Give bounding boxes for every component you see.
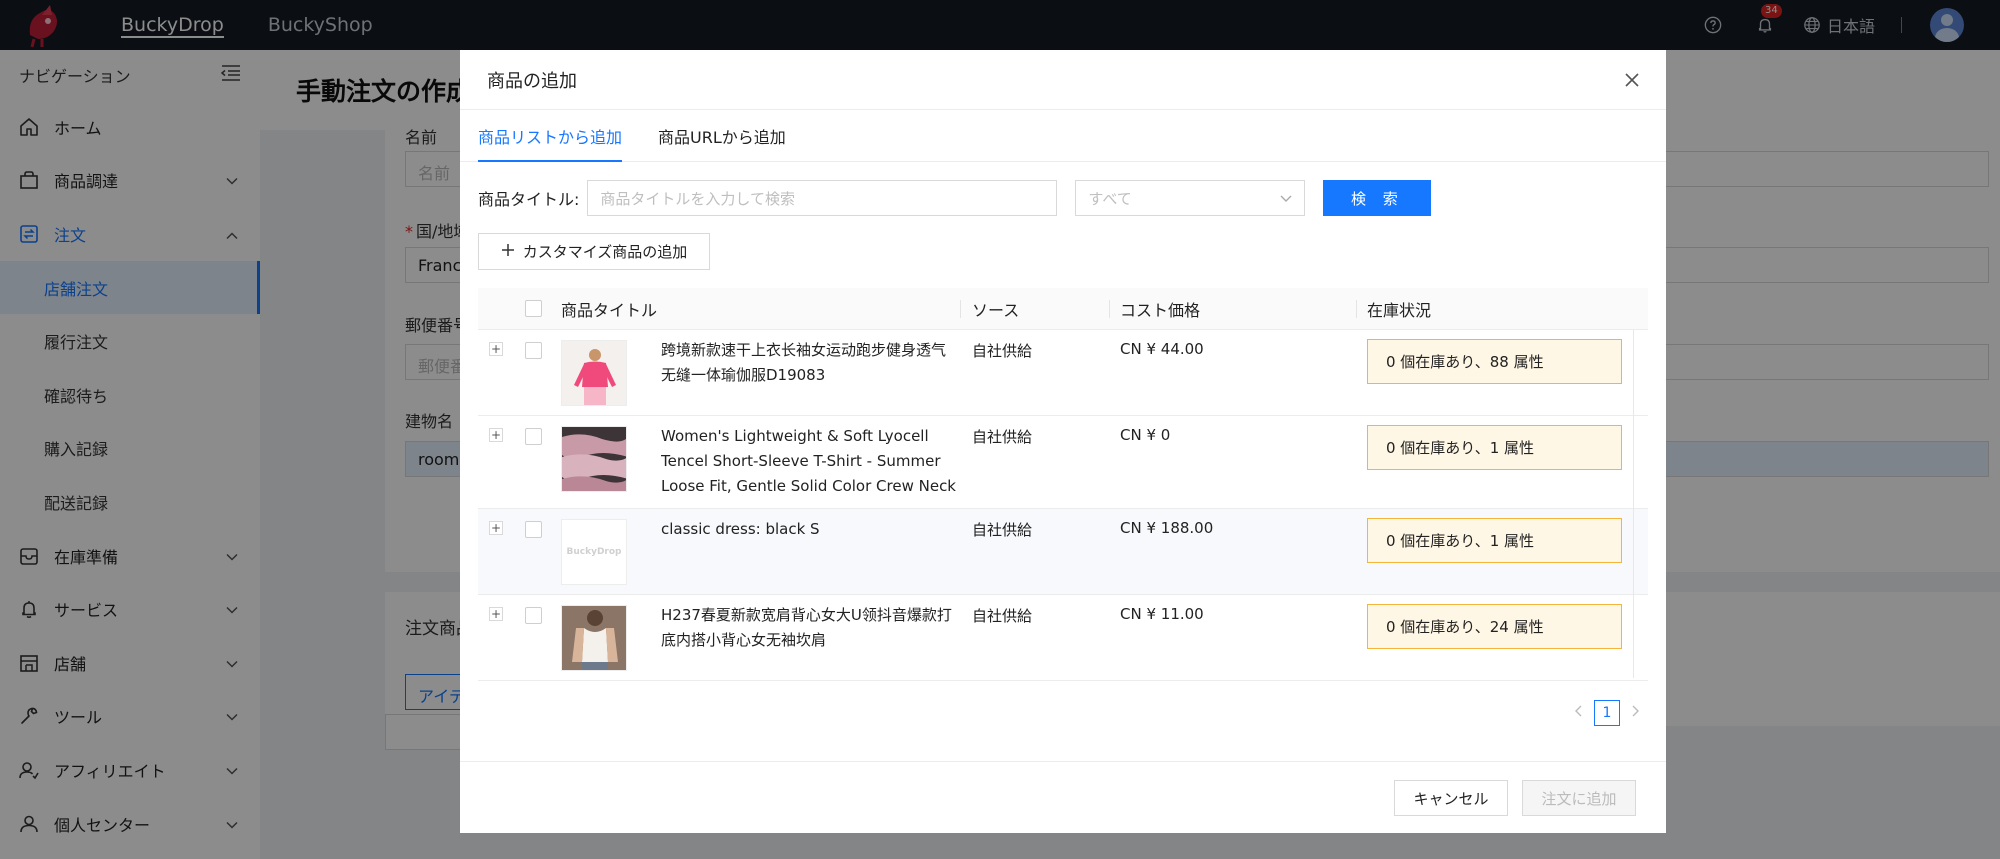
add-to-order-button[interactable]: 注文に追加 (1522, 780, 1636, 816)
product-source: 自社供給 (972, 342, 1033, 360)
close-icon[interactable] (1622, 70, 1642, 90)
search-button[interactable]: 検 索 (1323, 180, 1432, 216)
product-price: CN ¥ 11.00 (1120, 605, 1204, 623)
product-source: 自社供給 (972, 428, 1033, 446)
next-page-icon[interactable] (1632, 705, 1640, 721)
page-number[interactable]: 1 (1594, 700, 1620, 726)
expand-row-icon[interactable]: + (489, 428, 503, 442)
product-price: CN ¥ 0 (1120, 426, 1171, 444)
stock-status[interactable]: 0 個在庫あり、1 属性 (1367, 425, 1622, 470)
product-table: 商品タイトル ソース コスト価格 在庫状況 + 跨境新款速干上衣长袖女运动跑步健… (478, 288, 1648, 681)
column-divider (1109, 300, 1110, 318)
column-title: 商品タイトル (561, 301, 658, 320)
cancel-button[interactable]: キャンセル (1394, 780, 1508, 816)
row-checkbox[interactable] (525, 521, 542, 538)
table-header: 商品タイトル ソース コスト価格 在庫状況 (478, 288, 1648, 330)
select-value: すべて (1088, 189, 1132, 208)
source-select[interactable]: すべて (1075, 180, 1306, 216)
product-thumbnail (561, 426, 627, 492)
tab-from-list[interactable]: 商品リストから追加 (478, 110, 623, 162)
search-row: 商品タイトル: 商品タイトルを入力して検索 すべて 検 索 (478, 180, 1432, 216)
select-all-checkbox[interactable] (525, 300, 542, 317)
product-price: CN ¥ 44.00 (1120, 340, 1204, 358)
product-title: Women's Lightweight & Soft Lyocell Tence… (661, 427, 956, 495)
search-input[interactable]: 商品タイトルを入力して検索 (587, 180, 1058, 216)
table-row[interactable]: + BuckyDrop classic dress: black S 自社供給 … (478, 509, 1648, 595)
product-price: CN ¥ 188.00 (1120, 519, 1214, 537)
plus-icon (501, 243, 515, 261)
product-source: 自社供給 (972, 521, 1033, 539)
add-product-modal: 商品の追加 商品リストから追加 商品URLから追加 商品タイトル: 商品タイトル… (460, 50, 1666, 833)
add-custom-product-button[interactable]: カスタマイズ商品の追加 (478, 233, 710, 270)
pagination: 1 (1574, 700, 1640, 726)
tab-from-url[interactable]: 商品URLから追加 (658, 110, 786, 161)
search-label: 商品タイトル: (478, 190, 580, 209)
modal-tabs: 商品リストから追加 商品URLから追加 (460, 110, 1666, 162)
modal-footer: キャンセル 注文に追加 (460, 761, 1666, 833)
product-thumbnail (561, 340, 627, 406)
placeholder-text: BuckyDrop (566, 547, 622, 557)
modal-title: 商品の追加 (487, 70, 577, 92)
modal-header: 商品の追加 (460, 50, 1666, 110)
column-divider (960, 300, 961, 318)
expand-row-icon[interactable]: + (489, 521, 503, 535)
column-divider (1356, 300, 1357, 318)
column-source: ソース (972, 301, 1020, 320)
row-checkbox[interactable] (525, 342, 542, 359)
stock-status[interactable]: 0 個在庫あり、24 属性 (1367, 604, 1622, 649)
expand-row-icon[interactable]: + (489, 607, 503, 621)
column-stock: 在庫状況 (1367, 301, 1432, 320)
product-title: H237春夏新款宽肩背心女大U领抖音爆款打底内搭小背心女无袖坎肩 (661, 606, 952, 649)
stock-status[interactable]: 0 個在庫あり、1 属性 (1367, 518, 1622, 563)
product-thumbnail-placeholder: BuckyDrop (561, 519, 627, 585)
stock-status[interactable]: 0 個在庫あり、88 属性 (1367, 339, 1622, 384)
add-custom-product-label: カスタマイズ商品の追加 (522, 243, 688, 261)
table-scrollbar[interactable] (1633, 330, 1648, 678)
expand-row-icon[interactable]: + (489, 342, 503, 356)
table-row[interactable]: + H237春夏新款宽肩背心女大U领抖音爆款打底内搭小背心女无袖坎肩 自社供給 … (478, 595, 1648, 681)
chevron-down-icon (1280, 189, 1292, 207)
prev-page-icon[interactable] (1574, 705, 1582, 721)
product-title: 跨境新款速干上衣长袖女运动跑步健身透气无缝一体瑜伽服D19083 (661, 341, 947, 384)
column-cost: コスト価格 (1120, 301, 1201, 320)
row-checkbox[interactable] (525, 428, 542, 445)
row-checkbox[interactable] (525, 607, 542, 624)
product-source: 自社供給 (972, 607, 1033, 625)
table-row[interactable]: + Women's Lightweight & Soft Lyocell Ten… (478, 416, 1648, 509)
product-thumbnail (561, 605, 627, 671)
product-title: classic dress: black S (661, 520, 820, 538)
table-row[interactable]: + 跨境新款速干上衣长袖女运动跑步健身透气无缝一体瑜伽服D19083 自社供給 … (478, 330, 1648, 416)
